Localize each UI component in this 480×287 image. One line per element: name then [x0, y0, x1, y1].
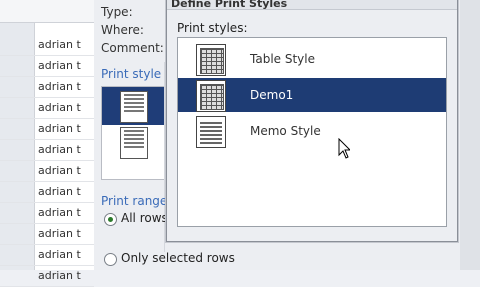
list-item[interactable]: adrian t — [0, 55, 94, 77]
list-item-text: adrian t — [38, 59, 81, 72]
style-item-label: Memo Style — [250, 124, 321, 138]
list-item-text: adrian t — [38, 185, 81, 198]
list-item[interactable]: adrian t — [0, 265, 94, 287]
list-item[interactable]: adrian t — [0, 223, 94, 245]
selected-rows-label: Only selected rows — [121, 251, 235, 265]
list-item-text: adrian t — [38, 206, 81, 219]
list-item-text: adrian t — [38, 227, 81, 240]
all-rows-label: All rows — [121, 211, 168, 225]
print-styles-caption: Print styles: — [177, 21, 248, 35]
comment-label: Comment: — [101, 41, 164, 55]
list-item-text: adrian t — [38, 38, 81, 51]
style-item-memo[interactable]: Memo Style — [178, 114, 446, 148]
list-item-text: adrian t — [38, 164, 81, 177]
type-label: Type: — [101, 5, 133, 19]
list-item[interactable]: adrian t — [0, 97, 94, 119]
memo-preview-icon — [120, 127, 148, 159]
print-style-preview[interactable] — [101, 86, 165, 180]
print-style-section: Print style — [101, 67, 162, 81]
list-item-text: adrian t — [38, 248, 81, 261]
list-item-text: adrian t — [38, 269, 81, 282]
selected-rows-radio[interactable] — [104, 253, 117, 266]
dialog-title: Define Print Styles — [171, 0, 288, 10]
list-item-text: adrian t — [38, 101, 81, 114]
style-item-demo1[interactable]: Demo1 — [178, 78, 446, 112]
list-header — [0, 0, 94, 23]
memo-style-icon — [196, 116, 226, 148]
table-preview-icon — [120, 91, 148, 123]
where-label: Where: — [101, 23, 144, 37]
define-print-styles-dialog: Define Print Styles Print styles: Table … — [166, 0, 458, 242]
table-style-icon — [196, 80, 226, 112]
message-list: adrian t adrian t adrian t adrian t adri… — [0, 0, 95, 287]
list-item[interactable]: adrian t — [0, 244, 94, 266]
list-item[interactable]: adrian t — [0, 76, 94, 98]
list-item[interactable]: adrian t — [0, 181, 94, 203]
list-item[interactable]: adrian t — [0, 202, 94, 224]
list-item[interactable]: adrian t — [0, 160, 94, 182]
list-item-text: adrian t — [38, 122, 81, 135]
right-scroll-area[interactable] — [460, 0, 480, 270]
style-item-label: Table Style — [250, 52, 315, 66]
print-styles-list[interactable]: Table Style Demo1 Memo Style — [177, 37, 447, 227]
list-item-text: adrian t — [38, 80, 81, 93]
list-item[interactable]: adrian t — [0, 118, 94, 140]
all-rows-radio[interactable] — [104, 213, 117, 226]
style-item-label: Demo1 — [250, 88, 294, 102]
print-range-section: Print range — [101, 194, 168, 208]
style-item-table[interactable]: Table Style — [178, 42, 446, 76]
list-item[interactable]: adrian t — [0, 34, 94, 56]
table-style-icon — [196, 44, 226, 76]
list-item[interactable]: adrian t — [0, 139, 94, 161]
mouse-cursor-icon — [338, 138, 350, 159]
list-item-text: adrian t — [38, 143, 81, 156]
